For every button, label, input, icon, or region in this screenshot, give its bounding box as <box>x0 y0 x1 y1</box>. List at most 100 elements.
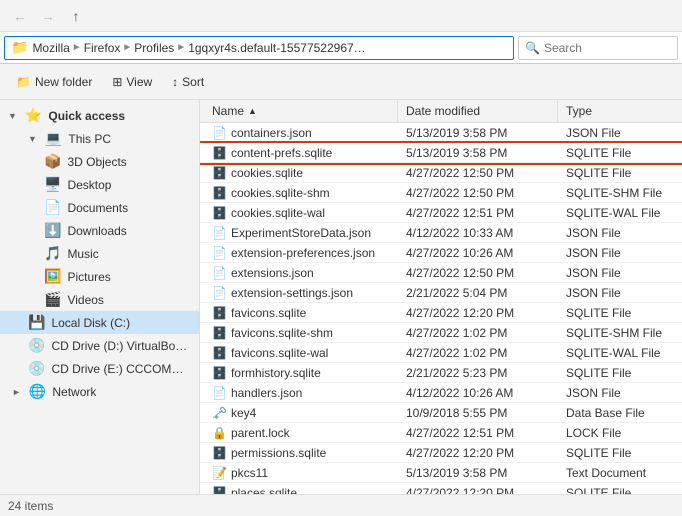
col-header-name[interactable]: Name ▲ <box>204 100 398 122</box>
sort-icon: ↕ <box>172 75 178 89</box>
file-list: 📄containers.json 5/13/2019 3:58 PM JSON Fi… <box>200 123 682 494</box>
3d-objects-icon: 📦 <box>44 153 61 170</box>
up-button[interactable]: ↑ <box>64 4 88 28</box>
file-name: permissions.sqlite <box>231 446 326 460</box>
table-row[interactable]: 🗄️cookies.sqlite4/27/2022 12:50 PMSQLITE… <box>200 163 682 183</box>
file-icon: 📄 <box>212 126 227 140</box>
table-row[interactable]: 🗄️favicons.sqlite-shm4/27/2022 1:02 PMSQ… <box>200 323 682 343</box>
file-icon: 🗄️ <box>212 486 227 495</box>
table-row[interactable]: 🗄️favicons.sqlite-wal4/27/2022 1:02 PMSQ… <box>200 343 682 363</box>
file-date-cell: 4/27/2022 12:51 PM <box>398 424 558 442</box>
view-icon: ⊞ <box>112 75 122 89</box>
search-box[interactable]: 🔍 <box>518 36 678 60</box>
file-date-cell: 10/9/2018 5:55 PM <box>398 404 558 422</box>
file-name: cookies.sqlite <box>231 166 303 180</box>
file-name-cell: 🗄️permissions.sqlite <box>204 444 398 462</box>
table-row[interactable]: 📄extension-settings.json2/21/2022 5:04 P… <box>200 283 682 303</box>
file-name-cell: 📄containers.json <box>204 124 398 142</box>
sidebar-item-downloads[interactable]: ⬇️ Downloads <box>0 219 199 242</box>
breadcrumb-sep: ► <box>176 42 186 53</box>
table-row[interactable]: 🗄️places.sqlite4/27/2022 12:20 PMSQLITE … <box>200 483 682 494</box>
file-date-cell: 2/21/2022 5:04 PM <box>398 284 558 302</box>
search-input[interactable] <box>544 41 682 55</box>
breadcrumb-part: 1gqxyr4s.default-15577522967… <box>188 41 365 55</box>
table-row[interactable]: 📄extension-preferences.json4/27/2022 10:… <box>200 243 682 263</box>
file-icon: 🗄️ <box>212 326 227 340</box>
file-icon: 🗄️ <box>212 206 227 220</box>
quick-access-icon: ⭐ <box>25 107 42 124</box>
sidebar-item-cd-drive-d[interactable]: 💿 CD Drive (D:) VirtualBox Guest A <box>0 334 199 357</box>
desktop-icon: 🖥️ <box>44 176 61 193</box>
file-name-cell: 📝pkcs11 <box>204 464 398 482</box>
col-header-date[interactable]: Date modified <box>398 100 558 122</box>
file-date-cell: 4/27/2022 12:20 PM <box>398 444 558 462</box>
file-date-cell: 2/21/2022 5:23 PM <box>398 364 558 382</box>
file-name: handlers.json <box>231 386 302 400</box>
file-name-cell: 🗄️ places.sqlite <box>204 484 398 495</box>
table-row[interactable]: 🗄️content-prefs.sqlite5/13/2019 3:58 PMS… <box>200 143 682 163</box>
table-row[interactable]: 🗝️key410/9/2018 5:55 PMData Base File <box>200 403 682 423</box>
main-area: ▼ ⭐ Quick access ▼ 💻 This PC 📦 3D Object… <box>0 100 682 494</box>
addressbar: 📁 Mozilla ► Firefox ► Profiles ► 1gqxyr4… <box>0 32 682 64</box>
breadcrumb-sep: ► <box>122 42 132 53</box>
sidebar-item-cd-drive-e[interactable]: 💿 CD Drive (E:) CCCOMA_X64FRE_ <box>0 357 199 380</box>
table-row[interactable]: 🗄️formhistory.sqlite2/21/2022 5:23 PMSQL… <box>200 363 682 383</box>
file-type-cell: SQLITE-SHM File <box>558 324 678 342</box>
view-button[interactable]: ⊞ View <box>104 68 160 96</box>
table-row[interactable]: 🗄️favicons.sqlite4/27/2022 12:20 PMSQLIT… <box>200 303 682 323</box>
back-button[interactable]: ← <box>8 4 32 28</box>
column-headers: Name ▲ Date modified Type <box>200 100 682 123</box>
file-type-cell: JSON File <box>558 264 678 282</box>
file-name: places.sqlite <box>231 486 297 495</box>
new-folder-button[interactable]: 📁 New folder <box>8 68 100 96</box>
sidebar-item-desktop[interactable]: 🖥️ Desktop <box>0 173 199 196</box>
col-header-type[interactable]: Type <box>558 100 678 122</box>
table-row[interactable]: 🗄️permissions.sqlite4/27/2022 12:20 PMSQ… <box>200 443 682 463</box>
cd-drive-d-icon: 💿 <box>28 337 45 354</box>
file-name: favicons.sqlite-wal <box>231 346 328 360</box>
breadcrumb-part: Profiles <box>134 41 174 55</box>
file-name: key4 <box>231 406 256 420</box>
sidebar-item-this-pc[interactable]: ▼ 💻 This PC <box>0 127 199 150</box>
file-name-cell: 🗄️content-prefs.sqlite <box>204 144 398 162</box>
table-row[interactable]: 📄containers.json5/13/2019 3:58 PMJSON Fi… <box>200 123 682 143</box>
table-row[interactable]: 🗄️cookies.sqlite-wal4/27/2022 12:51 PMSQ… <box>200 203 682 223</box>
sidebar-item-pictures[interactable]: 🖼️ Pictures <box>0 265 199 288</box>
sidebar: ▼ ⭐ Quick access ▼ 💻 This PC 📦 3D Object… <box>0 100 200 494</box>
file-type-cell: SQLITE-WAL File <box>558 344 678 362</box>
file-icon: 📝 <box>212 466 227 480</box>
table-row[interactable]: 📄ExperimentStoreData.json4/12/2022 10:33… <box>200 223 682 243</box>
table-row[interactable]: 📝pkcs115/13/2019 3:58 PMText Document <box>200 463 682 483</box>
file-date-cell: 5/13/2019 3:58 PM <box>398 464 558 482</box>
sidebar-item-videos[interactable]: 🎬 Videos <box>0 288 199 311</box>
file-date-cell: 4/12/2022 10:26 AM <box>398 384 558 402</box>
file-name-cell: 📄ExperimentStoreData.json <box>204 224 398 242</box>
breadcrumb[interactable]: 📁 Mozilla ► Firefox ► Profiles ► 1gqxyr4… <box>4 36 514 60</box>
sort-asc-icon: ▲ <box>248 106 257 116</box>
sidebar-item-documents[interactable]: 📄 Documents <box>0 196 199 219</box>
search-icon: 🔍 <box>525 41 540 55</box>
sort-button[interactable]: ↕ Sort <box>164 68 212 96</box>
file-name-cell: 🗄️favicons.sqlite-shm <box>204 324 398 342</box>
sidebar-item-music[interactable]: 🎵 Music <box>0 242 199 265</box>
file-type-cell: Text Document <box>558 464 678 482</box>
file-name-cell: 📄handlers.json <box>204 384 398 402</box>
nav-controls: ← → ↑ <box>8 4 88 28</box>
item-count: 24 items <box>8 499 53 513</box>
table-row[interactable]: 🔒parent.lock4/27/2022 12:51 PMLOCK File <box>200 423 682 443</box>
local-disk-c-icon: 💾 <box>28 314 45 331</box>
file-icon: 🔒 <box>212 426 227 440</box>
forward-button[interactable]: → <box>36 4 60 28</box>
table-row[interactable]: 📄extensions.json4/27/2022 12:50 PMJSON F… <box>200 263 682 283</box>
new-folder-icon: 📁 <box>16 75 31 89</box>
breadcrumb-parts: Mozilla ► Firefox ► Profiles ► 1gqxyr4s.… <box>32 41 365 55</box>
file-icon: 📄 <box>212 246 227 260</box>
file-name-cell: 🗄️cookies.sqlite-wal <box>204 204 398 222</box>
sidebar-item-local-disk-c[interactable]: 💾 Local Disk (C:) <box>0 311 199 334</box>
file-type-cell: SQLITE File <box>558 164 678 182</box>
table-row[interactable]: 🗄️cookies.sqlite-shm4/27/2022 12:50 PMSQ… <box>200 183 682 203</box>
table-row[interactable]: 📄handlers.json4/12/2022 10:26 AMJSON Fil… <box>200 383 682 403</box>
sidebar-item-3d-objects[interactable]: 📦 3D Objects <box>0 150 199 173</box>
file-type-cell: SQLITE File <box>558 364 678 382</box>
sidebar-item-network[interactable]: ► 🌐 Network <box>0 380 199 403</box>
